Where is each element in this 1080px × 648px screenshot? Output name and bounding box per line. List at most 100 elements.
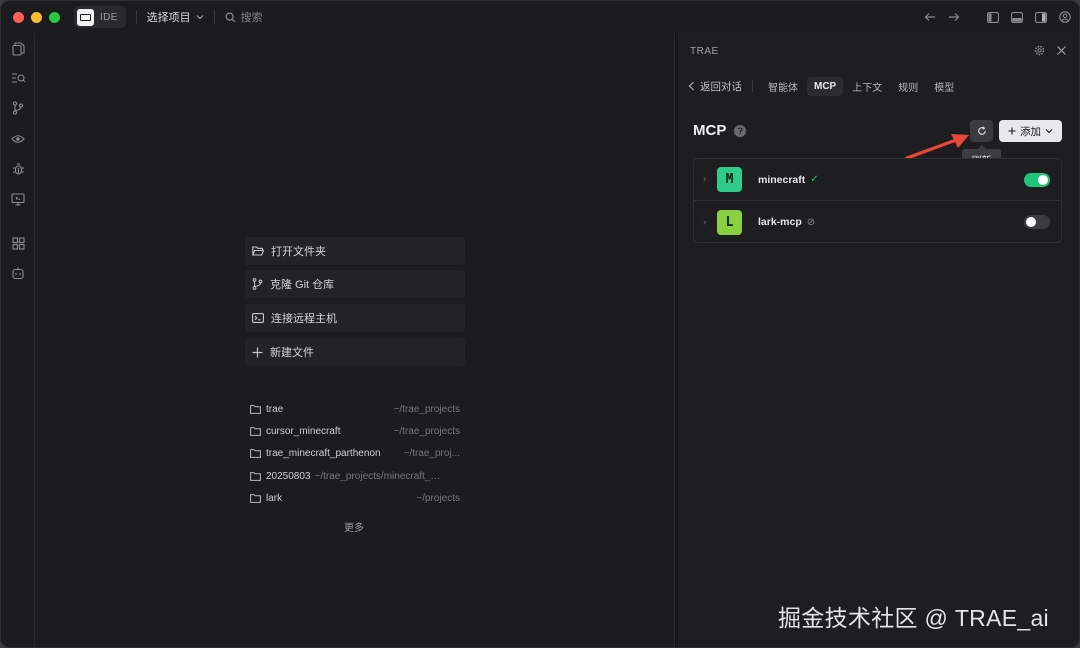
project-select-label: 选择项目 — [146, 12, 191, 24]
add-mcp-button[interactable]: 添加 — [999, 120, 1062, 142]
title-bar: IDE 选择项目 搜索 — [1, 1, 1079, 33]
source-control-icon[interactable] — [10, 100, 26, 116]
folder-icon — [250, 471, 261, 481]
help-icon[interactable]: ? — [734, 124, 747, 137]
recent-project-item[interactable]: lark ~/projects — [250, 490, 460, 506]
refresh-icon — [977, 126, 986, 135]
disabled-icon: ⊘ — [806, 216, 816, 228]
ide-label: IDE — [100, 11, 118, 23]
recent-project-item[interactable]: trae_minecraft_parthenon ~/trae_proj... — [250, 445, 460, 461]
server-name: lark-mcp — [758, 216, 802, 228]
recent-project-name: cursor_minecraft — [266, 425, 341, 437]
toggle-sidebar-icon[interactable] — [986, 11, 999, 24]
plus-icon — [1008, 127, 1016, 135]
back-to-chat-button[interactable]: 返回对话 — [688, 79, 752, 94]
forward-arrow-icon[interactable] — [947, 11, 960, 24]
title-bar-actions — [923, 1, 1071, 33]
open-folder-button[interactable]: 打开文件夹 — [245, 237, 465, 265]
recent-project-item[interactable]: cursor_minecraft ~/trae_projects — [250, 423, 460, 439]
preview-eye-icon[interactable] — [10, 131, 26, 147]
back-arrow-icon[interactable] — [923, 11, 936, 24]
ide-mode-badge[interactable]: IDE — [74, 6, 126, 28]
project-select[interactable]: 选择项目 — [147, 9, 204, 25]
recent-project-path: ~/trae_projects — [393, 425, 460, 437]
ide-window: IDE 选择项目 搜索 打开文件夹 克隆 Git 仓库 连接远程主机 新建文件 … — [0, 0, 1080, 648]
server-enable-toggle[interactable] — [1024, 215, 1050, 229]
ai-side-panel: TRAE 返回对话 智能体 MCP 上下文 规则 模型 MCP ? 添加 › M… — [678, 33, 1079, 647]
chevron-down-icon — [196, 15, 204, 20]
folder-icon — [250, 448, 261, 458]
folder-open-icon — [252, 246, 264, 256]
search-placeholder: 搜索 — [240, 12, 263, 24]
extensions-icon[interactable] — [10, 235, 26, 251]
debug-bug-icon[interactable] — [10, 161, 26, 177]
zoom-window-button[interactable] — [49, 11, 60, 23]
settings-gear-icon[interactable] — [1034, 45, 1045, 59]
add-mcp-label: 添加 — [1020, 125, 1041, 138]
tab-mcp[interactable]: MCP — [807, 76, 844, 96]
recent-project-name: lark — [266, 492, 283, 504]
folder-icon — [250, 404, 261, 414]
close-icon[interactable] — [1056, 43, 1067, 59]
recent-project-name: trae_minecraft_parthenon — [266, 447, 381, 459]
chevron-right-icon[interactable]: › — [703, 217, 711, 228]
connect-remote-host-button[interactable]: 连接远程主机 — [245, 304, 465, 332]
back-to-chat-label: 返回对话 — [700, 80, 742, 93]
mcp-server-row[interactable]: › L lark-mcp ⊘ — [694, 201, 1061, 243]
tab-rules[interactable]: 规则 — [891, 75, 925, 98]
mcp-server-row[interactable]: › M minecraft ✓ — [694, 159, 1061, 201]
account-icon[interactable] — [1058, 11, 1071, 24]
check-icon: ✓ — [810, 174, 819, 185]
explorer-icon[interactable] — [10, 41, 26, 57]
folder-icon — [250, 426, 261, 436]
connect-remote-host-label: 连接远程主机 — [271, 313, 337, 325]
close-window-button[interactable] — [13, 11, 24, 23]
editor-welcome: 打开文件夹 克隆 Git 仓库 连接远程主机 新建文件 trae ~/trae_… — [36, 33, 674, 647]
open-folder-label: 打开文件夹 — [271, 246, 326, 258]
clone-git-repo-button[interactable]: 克隆 Git 仓库 — [245, 270, 465, 298]
watermark: 掘金技术社区 @ TRAE_ai — [778, 605, 1049, 631]
mcp-server-list: › M minecraft ✓ › L lark-mcp ⊘ — [693, 158, 1062, 243]
mcp-title: MCP — [693, 122, 727, 139]
mcp-header: MCP ? — [693, 122, 747, 139]
recent-project-path: ~/trae_projects/minecraft_m... — [314, 470, 445, 482]
plus-icon — [252, 347, 263, 357]
toggle-panel-icon[interactable] — [1010, 11, 1023, 24]
search-box[interactable]: 搜索 — [225, 9, 263, 25]
recent-project-path: ~/projects — [416, 492, 460, 504]
tab-agents[interactable]: 智能体 — [761, 75, 805, 98]
window-controls — [13, 11, 60, 23]
chevron-right-icon[interactable]: › — [703, 174, 711, 185]
panel-tabs: 返回对话 智能体 MCP 上下文 规则 模型 — [688, 75, 963, 97]
server-name: minecraft — [758, 173, 806, 186]
recent-project-item[interactable]: trae ~/trae_projects — [250, 401, 460, 417]
server-enable-toggle[interactable] — [1024, 173, 1050, 187]
server-avatar: M — [717, 167, 742, 192]
recent-project-path: ~/trae_projects — [393, 403, 460, 415]
more-recent-link[interactable]: 更多 — [344, 519, 364, 534]
chevron-down-icon — [1045, 129, 1053, 134]
panel-title: TRAE — [690, 46, 719, 57]
tab-context[interactable]: 上下文 — [845, 75, 889, 98]
remote-explorer-icon[interactable] — [10, 191, 26, 207]
trae-logo-icon — [77, 8, 94, 26]
search-icon — [225, 11, 236, 22]
clone-git-repo-label: 克隆 Git 仓库 — [270, 279, 335, 291]
recent-project-name: 20250803 — [266, 470, 311, 482]
chevron-left-icon — [688, 81, 694, 91]
terminal-icon — [252, 313, 264, 323]
recent-project-path: ~/trae_proj... — [403, 447, 460, 459]
recent-project-name: trae — [266, 403, 284, 415]
activity-bar — [1, 33, 35, 647]
server-avatar: L — [717, 209, 742, 235]
minimize-window-button[interactable] — [31, 11, 42, 23]
ai-robot-icon[interactable] — [10, 265, 26, 281]
new-file-label: 新建文件 — [270, 347, 314, 359]
git-branch-icon — [252, 278, 263, 290]
recent-project-item[interactable]: 20250803 ~/trae_projects/minecraft_m... — [250, 468, 460, 484]
folder-icon — [250, 493, 261, 503]
new-file-button[interactable]: 新建文件 — [245, 338, 465, 366]
tab-models[interactable]: 模型 — [927, 75, 961, 98]
toggle-auxiliary-bar-icon[interactable] — [1034, 11, 1047, 24]
search-files-icon[interactable] — [10, 70, 26, 86]
